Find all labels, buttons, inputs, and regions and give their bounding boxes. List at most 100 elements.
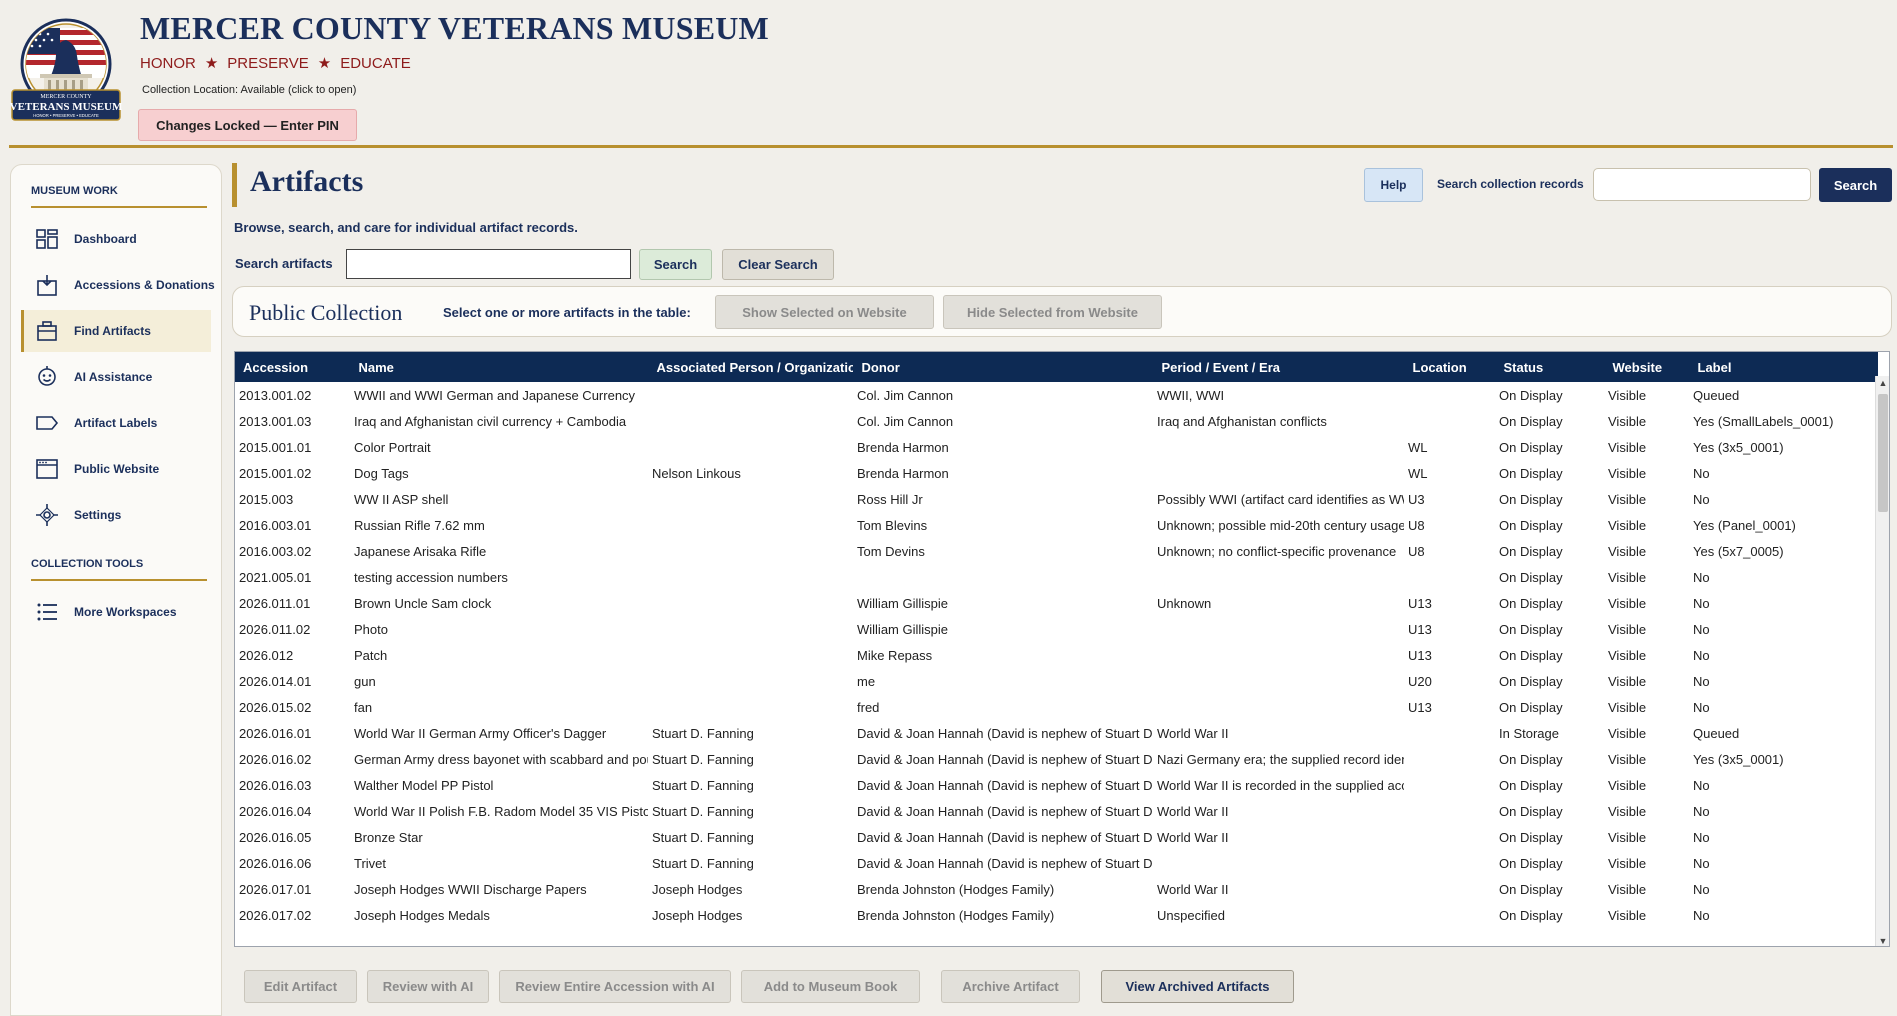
cell-period: World War II [1157, 803, 1229, 819]
sidebar-item-settings[interactable]: Settings [11, 494, 221, 536]
robot-icon [35, 365, 59, 389]
artifact-search-input[interactable] [346, 249, 631, 279]
cell-period: Unknown [1157, 595, 1212, 611]
review-with-ai-button[interactable]: Review with AI [367, 970, 489, 1003]
cell-website: Visible [1608, 881, 1647, 897]
hide-from-website-button[interactable]: Hide Selected from Website [943, 295, 1162, 329]
table-row[interactable]: 2026.016.06 Trivet Stuart D. Fanning David … [235, 850, 1877, 876]
table-row[interactable]: 2016.003.01 Russian Rifle 7.62 mm Tom Blev… [235, 512, 1877, 538]
scroll-thumb[interactable] [1878, 394, 1888, 512]
cell-name: gun [354, 673, 376, 689]
table-header-row: Accession Name Associated Person / Organ… [235, 352, 1878, 382]
sidebar-item-ai-assistance[interactable]: AI Assistance [11, 356, 221, 398]
help-button[interactable]: Help [1364, 168, 1423, 202]
cell-donor: Col. Jim Cannon [857, 387, 954, 403]
search-artifacts-button[interactable]: Search [639, 249, 712, 280]
cell-accession: 2026.014.01 [239, 673, 312, 689]
cell-accession: 2026.016.02 [239, 751, 312, 767]
cell-donor: me [857, 673, 876, 689]
cell-accession: 2026.016.04 [239, 803, 312, 819]
sidebar-item-label: Accessions & Donations [74, 278, 215, 292]
table-row[interactable]: 2026.015.02 fan fred U13 On Display Visible No [235, 694, 1877, 720]
table-row[interactable]: 2026.016.03 Walther Model PP Pistol Stuart… [235, 772, 1877, 798]
column-header[interactable]: Location [1404, 352, 1496, 382]
column-header[interactable]: Donor [853, 352, 1154, 382]
table-row[interactable]: 2016.003.02 Japanese Arisaka Rifle Tom Dev… [235, 538, 1877, 564]
museum-logo: MERCER COUNTY VETERANS MUSEUM HONOR • PR… [10, 18, 123, 130]
table-row[interactable]: 2013.001.02 WWII and WWI German and Japan… [235, 382, 1877, 408]
enter-pin-button[interactable]: Changes Locked — Enter PIN [138, 109, 357, 141]
add-to-museum-book-button[interactable]: Add to Museum Book [741, 970, 920, 1003]
table-scrollbar[interactable]: ▲ ▼ [1875, 376, 1889, 946]
table-row[interactable]: 2026.016.02 German Army dress bayonet wit… [235, 746, 1877, 772]
cell-name: World War II Polish F.B. Radom Model 35 … [354, 803, 648, 819]
cell-location [1404, 772, 1495, 798]
museum-title: MERCER COUNTY VETERANS MUSEUM [140, 10, 769, 46]
cell-location [1404, 746, 1495, 772]
sidebar-heading-collection-tools: COLLECTION TOOLS [31, 558, 207, 581]
table-row[interactable]: 2026.011.01 Brown Uncle Sam clock William … [235, 590, 1877, 616]
cell-location: U3 [1408, 491, 1425, 507]
cell-donor: Brenda Harmon [857, 439, 949, 455]
table-row[interactable]: 2015.001.02 Dog Tags Nelson Linkous Brenda … [235, 460, 1877, 486]
view-archived-artifacts-button[interactable]: View Archived Artifacts [1101, 970, 1294, 1003]
cell-status: On Display [1499, 855, 1563, 871]
sidebar-item-accessions[interactable]: Accessions & Donations [11, 264, 221, 306]
sidebar-item-public-website[interactable]: Public Website [11, 448, 221, 490]
cell-associated-person [648, 642, 853, 668]
sidebar-item-dashboard[interactable]: Dashboard [11, 218, 221, 260]
archive-artifact-button[interactable]: Archive Artifact [941, 970, 1080, 1003]
cell-website: Visible [1608, 413, 1647, 429]
table-row[interactable]: 2026.014.01 gun me U20 On Display Visible No [235, 668, 1877, 694]
sidebar-item-artifact-labels[interactable]: Artifact Labels [11, 402, 221, 444]
table-row[interactable]: 2021.005.01 testing accession numbers On D… [235, 564, 1877, 590]
table-row[interactable]: 2026.012 Patch Mike Repass U13 On Display Vis… [235, 642, 1877, 668]
sidebar: MUSEUM WORK Dashboard Accessions & Donat… [10, 164, 222, 1016]
cell-associated-person [648, 694, 853, 720]
cell-name: Dog Tags [354, 465, 409, 481]
cell-status: On Display [1499, 673, 1563, 689]
cell-name: Joseph Hodges Medals [354, 907, 490, 923]
global-search-input[interactable] [1593, 168, 1811, 201]
cell-label: No [1693, 803, 1710, 819]
cell-label: Yes (5x7_0005) [1693, 543, 1784, 559]
table-row[interactable]: 2015.001.01 Color Portrait Brenda Harmon WL… [235, 434, 1877, 460]
cell-website: Visible [1608, 621, 1647, 637]
cell-donor: Col. Jim Cannon [857, 413, 954, 429]
sidebar-item-find-artifacts[interactable]: Find Artifacts [21, 310, 211, 352]
collection-location-link[interactable]: Collection Location: Available (click to… [142, 84, 356, 96]
sidebar-item-label: Artifact Labels [74, 416, 158, 430]
column-header[interactable]: Website [1604, 352, 1690, 382]
edit-artifact-button[interactable]: Edit Artifact [244, 970, 357, 1003]
table-row[interactable]: 2015.003 WW II ASP shell Ross Hill Jr Possi… [235, 486, 1877, 512]
motto-educate: EDUCATE [340, 54, 411, 72]
table-row[interactable]: 2026.016.04 World War II Polish F.B. Rado… [235, 798, 1877, 824]
table-row[interactable]: 2026.016.01 World War II German Army Offi… [235, 720, 1877, 746]
review-accession-ai-button[interactable]: Review Entire Accession with AI [499, 970, 731, 1003]
cell-location: U13 [1408, 699, 1432, 715]
label-icon [35, 411, 59, 435]
scroll-down-icon[interactable]: ▼ [1876, 934, 1889, 946]
column-header[interactable]: Associated Person / Organization [648, 352, 854, 382]
column-header[interactable]: Status [1495, 352, 1605, 382]
table-row[interactable]: 2013.001.03 Iraq and Afghanistan civil cu… [235, 408, 1877, 434]
column-header[interactable]: Label [1689, 352, 1878, 382]
table-row[interactable]: 2026.017.02 Joseph Hodges Medals Joseph Ho… [235, 902, 1877, 928]
table-row[interactable]: 2026.011.02 Photo William Gillispie U13 On D… [235, 616, 1877, 642]
motto: HONOR ★ PRESERVE ★ EDUCATE [140, 54, 411, 73]
table-row[interactable]: 2026.016.05 Bronze Star Stuart D. Fanning D… [235, 824, 1877, 850]
sidebar-item-label: More Workspaces [74, 605, 177, 619]
column-header[interactable]: Name [350, 352, 649, 382]
scroll-up-icon[interactable]: ▲ [1876, 376, 1889, 390]
global-search-button[interactable]: Search [1819, 168, 1892, 202]
clear-search-button[interactable]: Clear Search [722, 249, 834, 280]
show-on-website-button[interactable]: Show Selected on Website [715, 295, 934, 329]
cell-associated-person [648, 616, 853, 642]
sidebar-item-more-workspaces[interactable]: More Workspaces [11, 591, 221, 633]
cell-status: On Display [1499, 413, 1563, 429]
cell-name: Russian Rifle 7.62 mm [354, 517, 485, 533]
column-header[interactable]: Accession [235, 352, 351, 382]
table-row[interactable]: 2026.017.01 Joseph Hodges WWII Discharge … [235, 876, 1877, 902]
cell-associated-person: Stuart D. Fanning [652, 777, 754, 793]
column-header[interactable]: Period / Event / Era [1153, 352, 1405, 382]
